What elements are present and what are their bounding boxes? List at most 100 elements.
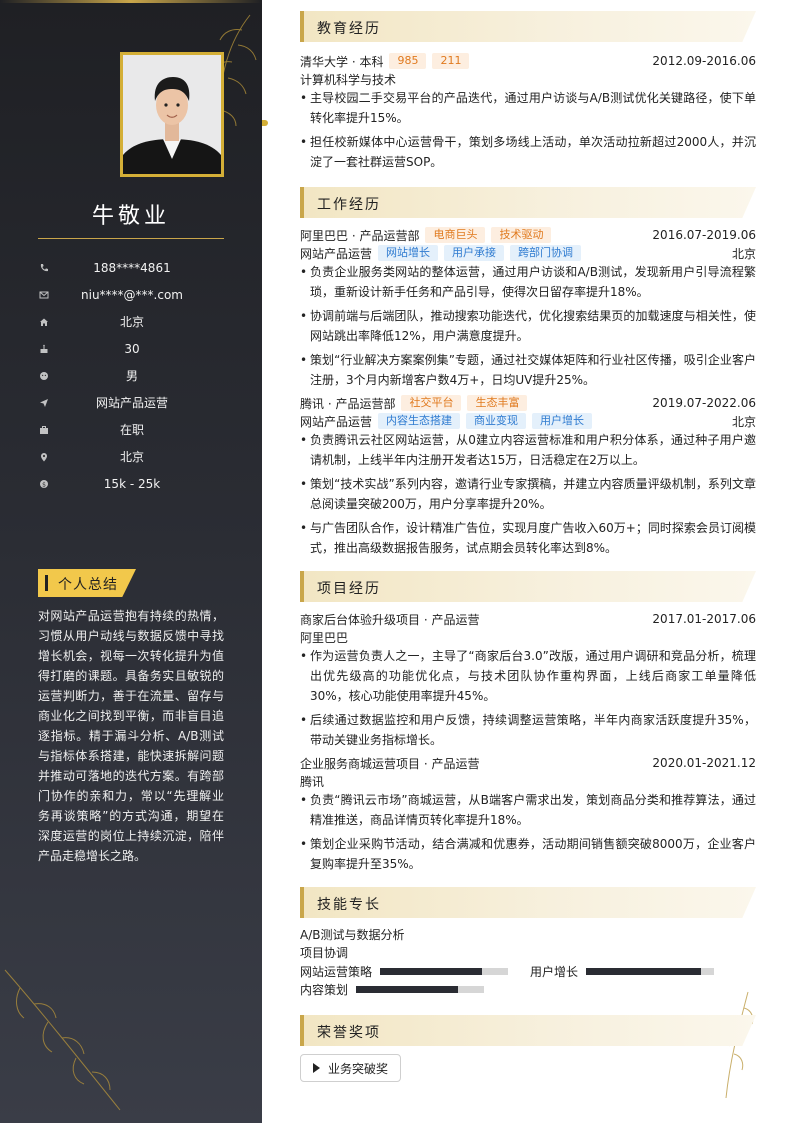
skill-name: 网站运营策略 [300,964,373,979]
salary-icon: $ [38,478,50,490]
info-salary: $ 15k - 25k [38,470,224,497]
age-value: 30 [124,341,140,356]
contact-info-list: 188****4861 niu****@***.com 北京 30 男 网站产品… [38,254,224,497]
education-major-row: 计算机科学与技术 [300,70,756,88]
award-badge[interactable]: 业务突破奖 [300,1054,402,1082]
skill-bar [356,985,485,993]
profile-photo [120,52,224,177]
summary-heading: 个人总结 [38,569,136,597]
education-heading: 教育经历 [300,11,756,42]
info-status: 在职 [38,416,224,443]
project-org-row: 腾讯 [300,772,756,790]
project-name-row: 商家后台体验升级项目 · 产品运营 2017.01-2017.06 [300,610,756,628]
project-entry: 企业服务商城运营项目 · 产品运营 2020.01-2021.12 腾讯 负责“… [300,754,756,874]
project-name: 商家后台体验升级项目 · 产品运营 [300,612,480,627]
info-gender: 男 [38,362,224,389]
education-title: 教育经历 [317,21,381,37]
major: 计算机科学与技术 [300,72,397,87]
gold-top-line [0,0,262,3]
job-bullets: 负责腾讯云社区网站运营，从0建立内容运营标准和用户积分体系，通过种子用户邀请机制… [300,430,756,558]
info-age: 30 [38,335,224,362]
job-role: 网站产品运营 [300,414,373,429]
job-date: 2019.07-2022.06 [652,396,756,410]
info-phone: 188****4861 [38,254,224,281]
list-item: 与广告团队合作，设计精准广告位，实现月度广告收入60万+；同时探索会员订阅模式，… [300,518,756,558]
role-tag: 内容生态搭建 [378,413,461,429]
email-value: niu****@***.com [81,287,183,302]
company-tag: 技术驱动 [491,227,552,243]
gender-icon [38,370,50,382]
list-item: 担任校新媒体中心运营骨干，策划多场线上活动，单次活动拉新超过2000人，并沉淀了… [300,132,756,172]
role-tag: 商业变现 [466,413,527,429]
skill-name: 内容策划 [300,982,349,997]
summary-title: 个人总结 [58,577,118,593]
job-entry: 腾讯 · 产品运营部 社交平台 生态丰富 2019.07-2022.06 网站产… [300,394,756,558]
phone-value: 188****4861 [93,260,171,275]
awards-section: 荣誉奖项 业务突破奖 [300,1015,756,1082]
main-content: 教育经历 清华大学 · 本科 985 211 2012.09-2016.06 计… [300,0,756,1082]
skill-bar-fill [356,985,459,993]
award-label: 业务突破奖 [328,1061,389,1076]
projects-heading: 项目经历 [300,571,756,602]
job-role: 网站产品运营 [300,246,373,261]
job-role-row: 网站产品运营 网站增长 用户承接 跨部门协调 北京 [300,244,756,262]
list-item: 主导校园二手交易平台的产品迭代，通过用户访谈与A/B测试优化关键路径，使下单转化… [300,88,756,128]
sidebar: 牛敬业 188****4861 niu****@***.com 北京 30 男 … [0,0,262,1123]
work-heading: 工作经历 [300,187,756,218]
role-tag: 用户增长 [532,413,593,429]
education-bullets: 主导校园二手交易平台的产品迭代，通过用户访谈与A/B测试优化关键路径，使下单转化… [300,88,756,172]
work-title: 工作经历 [317,197,381,213]
info-position: 网站产品运营 [38,389,224,416]
list-item: 负责腾讯云社区网站运营，从0建立内容运营标准和用户积分体系，通过种子用户邀请机制… [300,430,756,470]
awards-heading: 荣誉奖项 [300,1015,756,1046]
school-tag: 211 [432,53,470,69]
project-org: 阿里巴巴 [300,630,349,645]
job-bullets: 负责企业服务类网站的整体运营，通过用户访谈和A/B测试，发现新用户引导流程繁琐，… [300,262,756,390]
info-location: 北京 [38,443,224,470]
svg-text:$: $ [42,481,46,488]
project-date: 2017.01-2017.06 [652,612,756,626]
job-company: 腾讯 · 产品运营部 [300,396,396,411]
position-value: 网站产品运营 [95,396,168,410]
skill-bar-fill [586,967,702,975]
skills-heading: 技能专长 [300,887,756,918]
education-section: 教育经历 清华大学 · 本科 985 211 2012.09-2016.06 计… [300,11,756,172]
gold-dot-decoration [262,120,268,126]
send-icon [38,397,50,409]
list-item: 后续通过数据监控和用户反馈，持续调整运营策略，半年内商家活跃度提升35%，带动关… [300,710,756,750]
role-tag: 用户承接 [444,245,505,261]
salary-value: 15k - 25k [103,476,161,491]
company-tag: 生态丰富 [467,395,528,411]
education-school-row: 清华大学 · 本科 985 211 2012.09-2016.06 [300,52,756,70]
job-company-row: 阿里巴巴 · 产品运营部 电商巨头 技术驱动 2016.07-2019.06 [300,226,756,244]
company-tag: 电商巨头 [425,227,486,243]
profile-name: 牛敬业 [91,204,170,229]
skill-bar [586,967,715,975]
location-value: 北京 [119,450,144,464]
list-item: 策划“行业解决方案案例集”专题，通过社交媒体矩阵和行业社区传播，吸引企业客户注册… [300,350,756,390]
role-tag: 网站增长 [378,245,439,261]
project-name-row: 企业服务商城运营项目 · 产品运营 2020.01-2021.12 [300,754,756,772]
job-entry: 阿里巴巴 · 产品运营部 电商巨头 技术驱动 2016.07-2019.06 网… [300,226,756,390]
education-date: 2012.09-2016.06 [652,54,756,68]
skill-bar-row: 内容策划 [300,980,756,998]
company-tag: 社交平台 [401,395,462,411]
job-company-row: 腾讯 · 产品运营部 社交平台 生态丰富 2019.07-2022.06 [300,394,756,412]
awards-title: 荣誉奖项 [317,1025,381,1041]
skills-title: 技能专长 [317,897,381,913]
job-city: 北京 [731,414,756,429]
school-tag: 985 [389,53,427,69]
skills-section: 技能专长 A/B测试与数据分析 项目协调 网站运营策略 用户增长 内容策划 [300,887,756,998]
briefcase-icon [38,424,50,436]
projects-title: 项目经历 [317,581,381,597]
work-section: 工作经历 阿里巴巴 · 产品运营部 电商巨头 技术驱动 2016.07-2019… [300,187,756,558]
list-item: 协调前端与后端团队，推动搜索功能迭代，优化搜索结果页的加载速度与相关性，使网站跳… [300,306,756,346]
job-role-row: 网站产品运营 内容生态搭建 商业变现 用户增长 北京 [300,412,756,430]
gender-value: 男 [125,369,138,383]
play-icon [313,1063,320,1073]
mail-icon [38,289,50,301]
skill-name: 用户增长 [530,964,579,979]
avatar [123,55,221,174]
phone-icon [38,262,50,274]
list-item: 负责企业服务类网站的整体运营，通过用户访谈和A/B测试，发现新用户引导流程繁琐，… [300,262,756,302]
